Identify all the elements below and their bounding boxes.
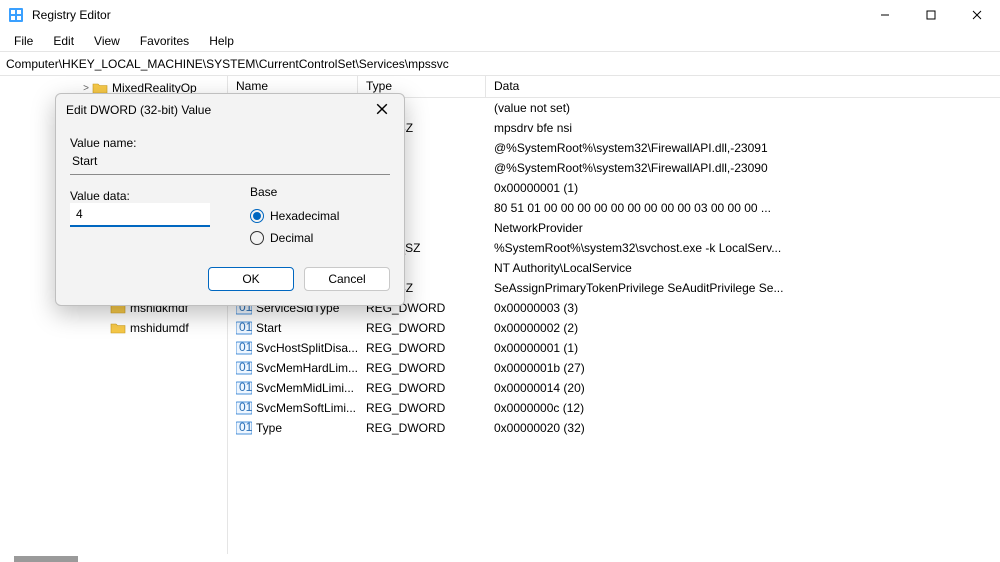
value-icon	[236, 380, 252, 396]
cell-type: REG_DWORD	[358, 361, 486, 375]
list-row[interactable]: SvcMemMidLimi...REG_DWORD0x00000014 (20)	[228, 378, 1000, 398]
menu-help[interactable]: Help	[199, 32, 244, 50]
column-data[interactable]: Data	[486, 76, 1000, 97]
cell-data: (value not set)	[486, 101, 1000, 115]
cell-data: 0x00000001 (1)	[486, 341, 1000, 355]
radio-hex-label: Hexadecimal	[270, 209, 339, 223]
cell-type: REG_DWORD	[358, 321, 486, 335]
menu-view[interactable]: View	[84, 32, 130, 50]
base-group-label: Base	[250, 185, 390, 199]
cell-data: 0x0000001b (27)	[486, 361, 1000, 375]
value-icon	[236, 360, 252, 376]
cell-type: REG_DWORD	[358, 401, 486, 415]
cell-name: SvcMemMidLimi...	[228, 380, 358, 396]
cell-name: SvcHostSplitDisa...	[228, 340, 358, 356]
menu-edit[interactable]: Edit	[43, 32, 84, 50]
close-button[interactable]	[954, 0, 1000, 30]
status-bar	[0, 554, 1000, 562]
maximize-button[interactable]	[908, 0, 954, 30]
address-bar[interactable]: Computer\HKEY_LOCAL_MACHINE\SYSTEM\Curre…	[0, 52, 1000, 76]
edit-dword-dialog: Edit DWORD (32-bit) Value Value name: St…	[55, 93, 405, 306]
cell-name: SvcMemHardLim...	[228, 360, 358, 376]
menu-bar: File Edit View Favorites Help	[0, 30, 1000, 52]
cell-data: %SystemRoot%\system32\svchost.exe -k Loc…	[486, 241, 1000, 255]
cell-data: mpsdrv bfe nsi	[486, 121, 1000, 135]
cell-name: SvcMemSoftLimi...	[228, 400, 358, 416]
list-row[interactable]: SvcHostSplitDisa...REG_DWORD0x00000001 (…	[228, 338, 1000, 358]
radio-hexadecimal[interactable]: Hexadecimal	[250, 205, 390, 227]
list-row[interactable]: StartREG_DWORD0x00000002 (2)	[228, 318, 1000, 338]
cell-type: REG_DWORD	[358, 341, 486, 355]
radio-icon	[250, 209, 264, 223]
value-name-label: Value name:	[70, 136, 390, 150]
value-icon	[236, 420, 252, 436]
radio-icon	[250, 231, 264, 245]
cell-data: @%SystemRoot%\system32\FirewallAPI.dll,-…	[486, 141, 1000, 155]
list-row[interactable]: SvcMemSoftLimi...REG_DWORD0x0000000c (12…	[228, 398, 1000, 418]
cell-data: 0x00000014 (20)	[486, 381, 1000, 395]
value-data-label: Value data:	[70, 189, 232, 203]
cell-name: Start	[228, 320, 358, 336]
cell-data: 0x00000003 (3)	[486, 301, 1000, 315]
status-segment	[14, 556, 78, 562]
cell-data: 0x0000000c (12)	[486, 401, 1000, 415]
cell-data: 80 51 01 00 00 00 00 00 00 00 00 00 03 0…	[486, 201, 1000, 215]
cell-data: NT Authority\LocalService	[486, 261, 1000, 275]
radio-dec-label: Decimal	[270, 231, 313, 245]
app-icon	[8, 7, 24, 23]
menu-file[interactable]: File	[4, 32, 43, 50]
chevron-icon[interactable]: >	[80, 83, 92, 94]
cell-data: NetworkProvider	[486, 221, 1000, 235]
cell-type: REG_DWORD	[358, 421, 486, 435]
cell-data: 0x00000001 (1)	[486, 181, 1000, 195]
cell-data: SeAssignPrimaryTokenPrivilege SeAuditPri…	[486, 281, 1000, 295]
cell-data: @%SystemRoot%\system32\FirewallAPI.dll,-…	[486, 161, 1000, 175]
cell-name: Type	[228, 420, 358, 436]
window-controls	[862, 0, 1000, 30]
cell-data: 0x00000002 (2)	[486, 321, 1000, 335]
value-icon	[236, 400, 252, 416]
cell-type: REG_DWORD	[358, 381, 486, 395]
list-row[interactable]: SvcMemHardLim...REG_DWORD0x0000001b (27)	[228, 358, 1000, 378]
address-path: Computer\HKEY_LOCAL_MACHINE\SYSTEM\Curre…	[6, 57, 449, 71]
window-title: Registry Editor	[32, 8, 862, 22]
radio-decimal[interactable]: Decimal	[250, 227, 390, 249]
dialog-close-button[interactable]	[370, 103, 394, 118]
value-icon	[236, 320, 252, 336]
value-icon	[236, 340, 252, 356]
folder-icon	[110, 321, 126, 335]
cell-data: 0x00000020 (32)	[486, 421, 1000, 435]
tree-item[interactable]: mshidumdf	[0, 318, 227, 338]
title-bar: Registry Editor	[0, 0, 1000, 30]
list-row[interactable]: TypeREG_DWORD0x00000020 (32)	[228, 418, 1000, 438]
ok-button[interactable]: OK	[208, 267, 294, 291]
tree-item-label: mshidumdf	[130, 321, 189, 335]
value-data-input[interactable]	[70, 203, 210, 227]
dialog-titlebar[interactable]: Edit DWORD (32-bit) Value	[56, 94, 404, 126]
cancel-button[interactable]: Cancel	[304, 267, 390, 291]
dialog-title-text: Edit DWORD (32-bit) Value	[66, 103, 370, 117]
value-name-field: Start	[70, 150, 390, 175]
minimize-button[interactable]	[862, 0, 908, 30]
menu-favorites[interactable]: Favorites	[130, 32, 199, 50]
